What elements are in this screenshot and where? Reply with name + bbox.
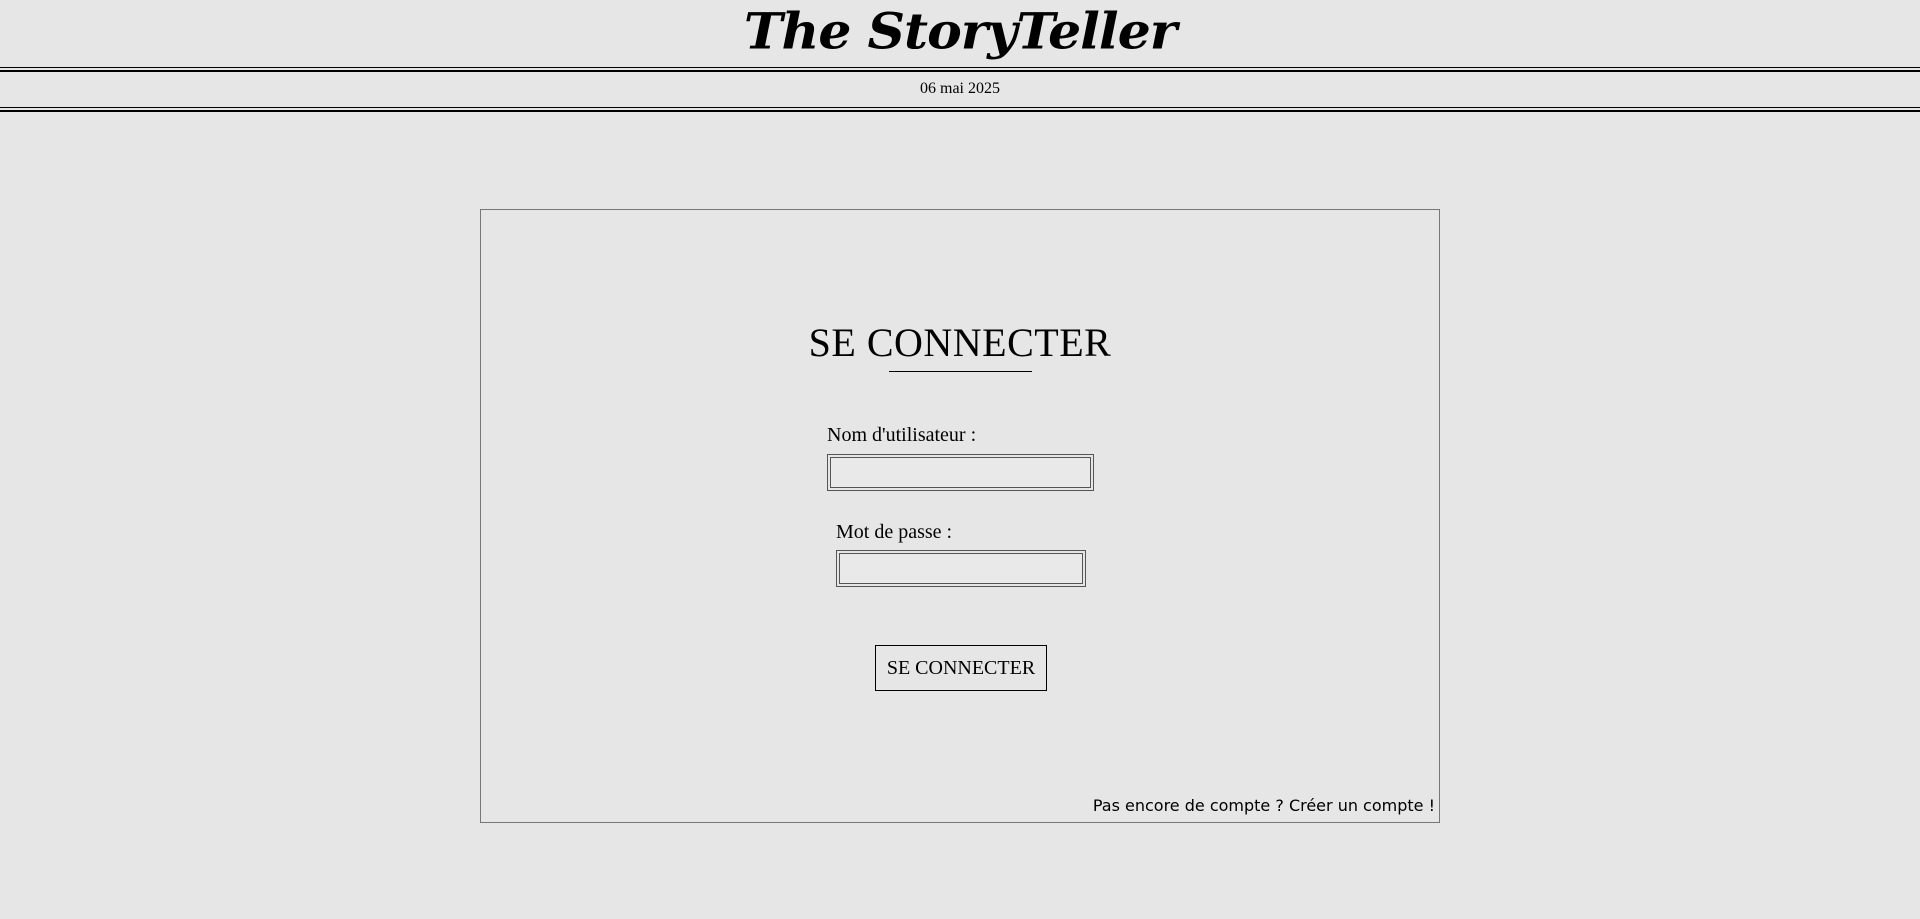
password-input[interactable] — [836, 550, 1086, 587]
login-heading: SE CONNECTER — [808, 320, 1112, 365]
username-input-field[interactable] — [830, 457, 1091, 488]
login-card: SE CONNECTER Nom d'utilisateur : Mot de … — [480, 209, 1440, 823]
masthead: The StoryTeller — [0, 0, 1920, 66]
site-title: The StoryTeller — [743, 2, 1177, 61]
password-input-field[interactable] — [839, 553, 1083, 584]
username-label: Nom d'utilisateur : — [827, 424, 977, 446]
signup-prompt: Pas encore de compte ? — [1092, 796, 1284, 815]
password-label: Mot de passe : — [836, 521, 953, 543]
masthead-rule-bottom — [0, 107, 1920, 112]
username-input[interactable] — [827, 454, 1094, 491]
masthead-rule-top — [0, 67, 1920, 72]
login-submit-button[interactable]: SE CONNECTER — [875, 645, 1047, 691]
signup-line: Pas encore de compte ? Créer un compte ! — [1093, 796, 1435, 816]
heading-underline — [889, 371, 1032, 372]
date-line: 06 mai 2025 — [920, 80, 1000, 97]
signup-link[interactable]: Créer un compte ! — [1289, 796, 1435, 815]
